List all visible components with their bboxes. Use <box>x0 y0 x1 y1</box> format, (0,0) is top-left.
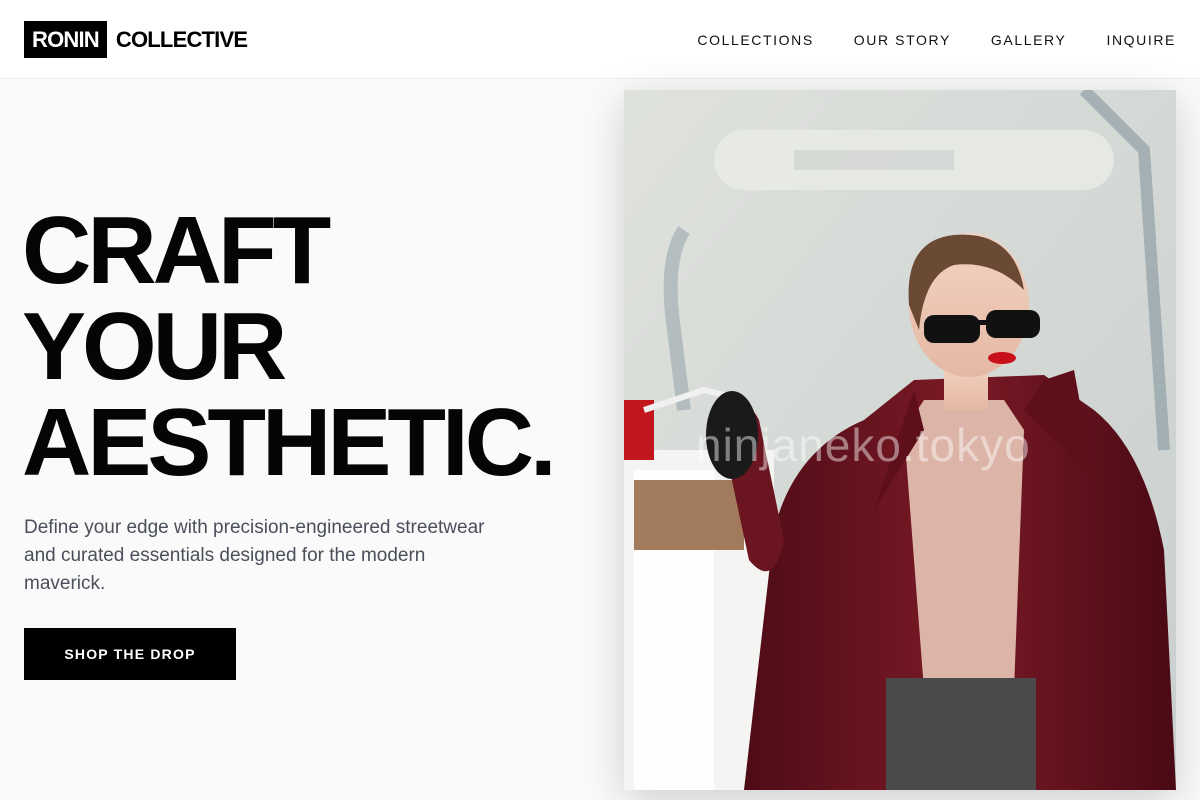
headline-line-1: CRAFT <box>22 197 331 304</box>
brand-logo[interactable]: RONIN COLLECTIVE <box>24 21 248 58</box>
hero-subtext: Define your edge with precision-engineer… <box>24 517 485 594</box>
nav-collections[interactable]: COLLECTIONS <box>697 31 813 49</box>
brand-logo-box: RONIN <box>24 21 107 58</box>
site-header: RONIN COLLECTIVE COLLECTIONS OUR STORY G… <box>0 0 1200 79</box>
nav-gallery[interactable]: GALLERY <box>991 31 1067 49</box>
nav-inquire[interactable]: INQUIRE <box>1106 31 1176 49</box>
headline-line-2: YOUR <box>22 293 287 400</box>
shop-the-drop-button[interactable]: SHOP THE DROP <box>24 628 236 680</box>
hero-image: ninjaneko.tokyo <box>624 90 1176 790</box>
nav-our-story[interactable]: OUR STORY <box>854 31 951 49</box>
headline-line-3: AESTHETIC. <box>22 389 557 496</box>
image-watermark: ninjaneko.tokyo <box>696 419 1031 471</box>
hero-headline: CRAFT YOUR AESTHETIC. <box>22 197 557 496</box>
main-nav: COLLECTIONS OUR STORY GALLERY INQUIRE <box>657 31 1176 49</box>
brand-logo-text: COLLECTIVE <box>115 26 248 52</box>
